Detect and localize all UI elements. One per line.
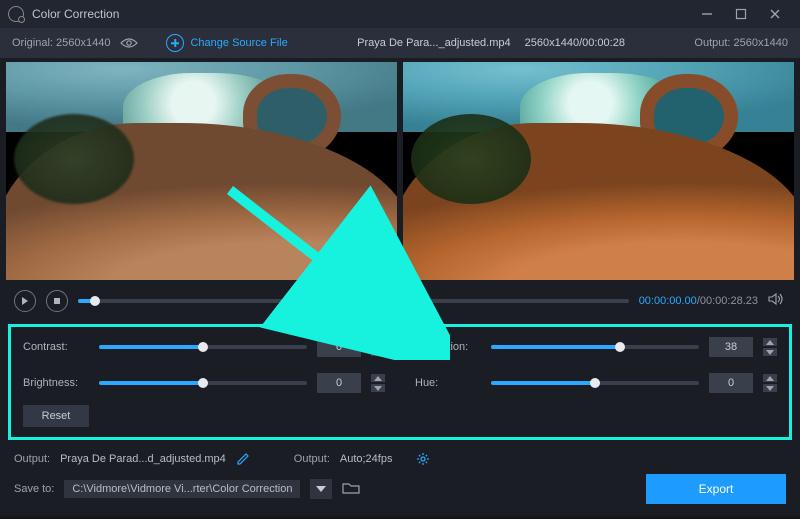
play-button[interactable]	[14, 290, 36, 312]
output-file-value: Praya De Parad...d_adjusted.mp4	[60, 453, 226, 465]
saturation-value[interactable]: 38	[709, 337, 753, 357]
reset-button[interactable]: Reset	[23, 405, 89, 427]
playback-bar: 00:00:00.00/00:00:28.23	[0, 280, 800, 320]
brightness-spin-up[interactable]	[371, 374, 385, 382]
window-title: Color Correction	[32, 7, 119, 21]
saturation-row: Saturation: 38	[415, 337, 777, 357]
info-bar: Original: 2560x1440 Change Source File P…	[0, 28, 800, 58]
preview-adjusted	[403, 62, 794, 280]
brightness-spin-down[interactable]	[371, 384, 385, 392]
color-adjust-panel: Contrast: 0 Saturation: 38 Brightness: 0	[8, 324, 792, 440]
export-button[interactable]: Export	[646, 474, 786, 504]
time-current: 00:00:00.00	[639, 295, 697, 307]
contrast-spinner[interactable]	[371, 338, 385, 356]
plus-icon	[166, 34, 184, 52]
hue-spin-up[interactable]	[763, 374, 777, 382]
maximize-button[interactable]	[724, 0, 758, 28]
contrast-slider[interactable]	[99, 345, 307, 349]
save-to-row: Save to: C:\Vidmore\Vidmore Vi...rter\Co…	[0, 470, 800, 514]
brightness-label: Brightness:	[23, 377, 89, 389]
source-dims-duration: 2560x1440/00:00:28	[525, 37, 625, 49]
contrast-value[interactable]: 0	[317, 337, 361, 357]
brightness-value[interactable]: 0	[317, 373, 361, 393]
time-display: 00:00:00.00/00:00:28.23	[639, 295, 758, 307]
close-button[interactable]	[758, 0, 792, 28]
rename-output-icon[interactable]	[236, 452, 250, 466]
contrast-spin-up[interactable]	[371, 338, 385, 346]
save-path-dropdown[interactable]	[310, 479, 332, 499]
stop-button[interactable]	[46, 290, 68, 312]
change-source-label: Change Source File	[190, 37, 287, 49]
save-path[interactable]: C:\Vidmore\Vidmore Vi...rter\Color Corre…	[64, 480, 300, 498]
saturation-label: Saturation:	[415, 341, 481, 353]
saturation-spin-down[interactable]	[763, 348, 777, 356]
seek-slider[interactable]	[78, 299, 629, 303]
output-file-row: Output: Praya De Parad...d_adjusted.mp4 …	[0, 448, 800, 470]
hue-slider[interactable]	[491, 381, 699, 385]
saturation-slider[interactable]	[491, 345, 699, 349]
save-to-key: Save to:	[14, 483, 54, 495]
contrast-spin-down[interactable]	[371, 348, 385, 356]
output-settings-icon[interactable]	[416, 452, 430, 466]
open-folder-icon[interactable]	[342, 481, 360, 498]
preview-original	[6, 62, 397, 280]
output-file-key: Output:	[14, 453, 50, 465]
output-format-key: Output:	[294, 453, 330, 465]
hue-spinner[interactable]	[763, 374, 777, 392]
change-source-button[interactable]: Change Source File	[166, 34, 287, 52]
app-icon	[8, 6, 24, 22]
hue-row: Hue: 0	[415, 373, 777, 393]
hue-label: Hue:	[415, 377, 481, 389]
saturation-spinner[interactable]	[763, 338, 777, 356]
output-format-value: Auto;24fps	[340, 453, 393, 465]
brightness-spinner[interactable]	[371, 374, 385, 392]
brightness-slider[interactable]	[99, 381, 307, 385]
time-total: 00:00:28.23	[700, 295, 758, 307]
original-label: Original: 2560x1440	[12, 37, 110, 49]
preview-row	[0, 58, 800, 280]
source-filename: Praya De Para..._adjusted.mp4	[357, 37, 510, 49]
minimize-button[interactable]	[690, 0, 724, 28]
brightness-row: Brightness: 0	[23, 373, 385, 393]
contrast-label: Contrast:	[23, 341, 89, 353]
preview-toggle-icon[interactable]	[120, 34, 138, 52]
volume-icon[interactable]	[768, 292, 786, 310]
hue-value[interactable]: 0	[709, 373, 753, 393]
contrast-row: Contrast: 0	[23, 337, 385, 357]
titlebar: Color Correction	[0, 0, 800, 28]
output-label: Output: 2560x1440	[694, 37, 788, 49]
saturation-spin-up[interactable]	[763, 338, 777, 346]
hue-spin-down[interactable]	[763, 384, 777, 392]
